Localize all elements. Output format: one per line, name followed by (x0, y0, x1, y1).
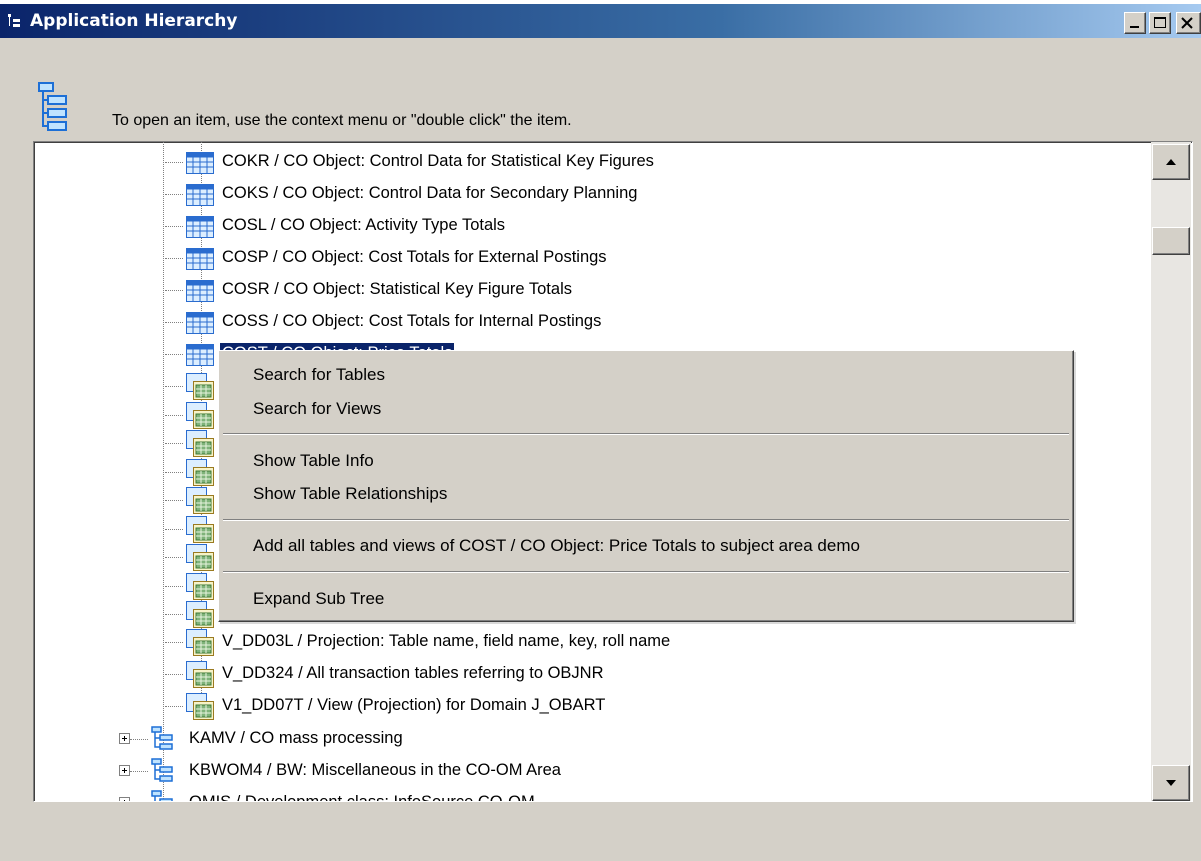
hierarchy-icon (8, 14, 20, 27)
expand-icon[interactable] (119, 797, 130, 801)
tree-connector (165, 322, 183, 323)
table-icon (186, 279, 214, 308)
hierarchy-icon (151, 726, 173, 757)
hint-text: To open an item, use the context menu or… (112, 112, 572, 129)
tree-item-label: COSR / CO Object: Statistical Key Figure… (222, 280, 572, 298)
tree-item[interactable]: COSS / CO Object: Cost Totals for Intern… (34, 306, 1174, 338)
vertical-scrollbar[interactable] (1151, 142, 1191, 801)
menu-item-add-to-subject-area[interactable]: Add all tables and views of COST / CO Ob… (253, 536, 860, 556)
tree-item[interactable]: COSR / CO Object: Statistical Key Figure… (34, 274, 1174, 306)
expand-icon[interactable] (119, 733, 130, 744)
tree-item[interactable]: COKS / CO Object: Control Data for Secon… (34, 178, 1174, 210)
menu-item-show-table-relationships[interactable]: Show Table Relationships (253, 484, 447, 504)
tree-connector (165, 162, 183, 163)
tree-item[interactable]: V_DD324 / All transaction tables referri… (34, 658, 1174, 690)
table-icon (186, 215, 214, 244)
tree-item[interactable]: COSL / CO Object: Activity Type Totals (34, 210, 1174, 242)
menu-item-search-views[interactable]: Search for Views (253, 399, 381, 419)
tree-folder-label: KBWOM4 / BW: Miscellaneous in the CO-OM … (189, 761, 561, 779)
tree-connector (130, 739, 148, 740)
menu-item-expand-sub-tree[interactable]: Expand Sub Tree (253, 589, 384, 609)
title-bar: Application Hierarchy (0, 0, 1201, 38)
hierarchy-icon (151, 758, 173, 789)
table-icon (186, 183, 214, 212)
tree-item-label: COSL / CO Object: Activity Type Totals (222, 216, 506, 234)
tree-item-label: V1_DD07T / View (Projection) for Domain … (222, 696, 606, 714)
tree-folder[interactable]: KBWOM4 / BW: Miscellaneous in the CO-OM … (34, 755, 1174, 787)
expand-icon[interactable] (119, 765, 130, 776)
tree-connector (165, 194, 183, 195)
table-icon (186, 247, 214, 276)
menu-separator (223, 433, 1069, 435)
tree-folder[interactable]: OMIS / Development class: InfoSource CO-… (34, 787, 1174, 802)
hierarchy-icon (151, 790, 173, 801)
tree-connector (165, 386, 183, 387)
menu-item-search-tables[interactable]: Search for Tables (253, 365, 385, 385)
tree-item-label: V_DD03L / Projection: Table name, field … (222, 632, 671, 650)
tree-item-label: COSP / CO Object: Cost Totals for Extern… (222, 248, 607, 266)
tree-connector (165, 414, 183, 416)
table-icon (186, 151, 214, 180)
hierarchy-icon (38, 82, 67, 131)
tree-connector (165, 706, 183, 707)
tree-item-label: COKS / CO Object: Control Data for Secon… (222, 184, 638, 202)
tree-connector (165, 585, 183, 587)
tree-folder[interactable]: KAMV / CO mass processing (34, 723, 1174, 755)
minimize-button[interactable] (1124, 12, 1146, 34)
tree-connector (165, 642, 183, 643)
menu-item-show-table-info[interactable]: Show Table Info (253, 451, 374, 471)
scroll-down-button[interactable] (1152, 765, 1190, 801)
context-menu: Search for Tables Search for Views Show … (218, 350, 1074, 622)
tree-folder-label: OMIS / Development class: InfoSource CO-… (189, 793, 535, 802)
scrollbar-thumb[interactable] (1152, 227, 1190, 255)
view-icon (186, 693, 214, 726)
tree-folder-label: KAMV / CO mass processing (189, 729, 403, 747)
tree-connector (165, 443, 183, 444)
tree-connector (130, 771, 148, 772)
tree-connector (165, 471, 183, 473)
tree-connector (165, 614, 183, 615)
close-icon (1181, 17, 1193, 29)
close-button[interactable] (1176, 12, 1201, 34)
hint-row: To open an item, use the context menu or… (0, 70, 1201, 140)
tree-item-label: COSS / CO Object: Cost Totals for Intern… (222, 312, 602, 330)
table-icon (186, 343, 214, 372)
menu-separator (223, 571, 1069, 573)
tree-connector (165, 290, 183, 291)
tree-connector (165, 528, 183, 530)
tree-item[interactable]: COSP / CO Object: Cost Totals for Extern… (34, 242, 1174, 274)
menu-separator (223, 519, 1069, 521)
minimize-icon (1130, 26, 1139, 28)
tree-connector (165, 354, 183, 355)
tree-connector (165, 500, 183, 501)
tree-item-label: COKR / CO Object: Control Data for Stati… (222, 152, 654, 170)
tree-connector (165, 674, 183, 675)
maximize-icon (1154, 17, 1166, 28)
arrow-up-icon (1166, 159, 1176, 165)
view-icon (186, 601, 214, 634)
tree-connector (165, 226, 183, 227)
arrow-down-icon (1166, 780, 1176, 786)
window-title: Application Hierarchy (30, 11, 238, 31)
tree-connector (165, 258, 183, 259)
tree-item[interactable]: COKR / CO Object: Control Data for Stati… (34, 146, 1174, 178)
scroll-up-button[interactable] (1152, 144, 1190, 180)
maximize-button[interactable] (1149, 12, 1171, 34)
tree-item-label: V_DD324 / All transaction tables referri… (222, 664, 604, 682)
tree-connector (165, 557, 183, 558)
tree-item[interactable]: V1_DD07T / View (Projection) for Domain … (34, 690, 1174, 722)
table-icon (186, 311, 214, 340)
